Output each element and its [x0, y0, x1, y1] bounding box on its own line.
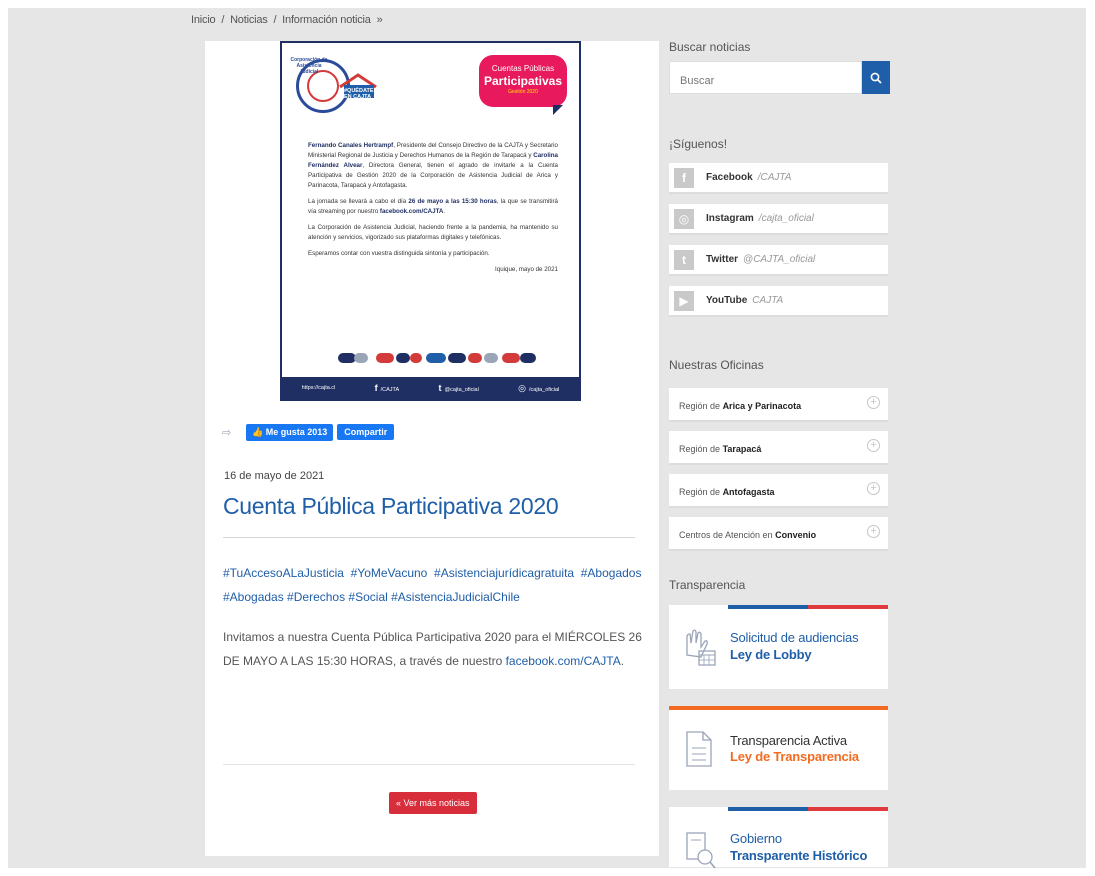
breadcrumb-home[interactable]: Inicio — [191, 14, 216, 26]
instagram-icon: ◎ — [518, 382, 527, 393]
news-hashtags: #TuAccesoALaJusticia #YoMeVacuno #Asiste… — [223, 561, 643, 609]
news-title: Cuenta Pública Participativa 2020 — [223, 493, 559, 519]
expand-plus-icon[interactable]: + — [867, 439, 880, 452]
breadcrumb-arrow: » — [376, 14, 383, 26]
search-button[interactable] — [862, 61, 890, 94]
historic-transparency-link[interactable]: Gobierno Transparente Histórico — [669, 807, 888, 869]
hashtags-line[interactable]: #Abogadas #Derechos #Social #AsistenciaJ… — [223, 585, 643, 609]
poster-footer-web: https://cajta.cl — [301, 385, 336, 391]
breadcrumb-news[interactable]: Noticias — [230, 14, 268, 26]
search-icon — [870, 72, 882, 84]
bubble-line3: Gestión 2020 — [508, 89, 538, 95]
office-tarapaca[interactable]: Región de Tarapacá + — [669, 431, 888, 465]
news-poster-image[interactable]: Corporación de Asistencia Judicial #QUÉD… — [280, 41, 581, 401]
cuentas-publicas-bubble: Cuentas Públicas Participativas Gestión … — [479, 55, 567, 115]
document-icon — [686, 731, 712, 767]
social-twitter[interactable]: t Twitter @CAJTA_oficial — [669, 245, 888, 276]
social-youtube[interactable]: ▶ YouTube CAJTA — [669, 286, 888, 317]
office-antofagasta[interactable]: Región de Antofagasta + — [669, 474, 888, 508]
share-icon[interactable]: ⇨ — [222, 426, 236, 439]
office-arica[interactable]: Región de Arica y Parinacota + — [669, 388, 888, 422]
breadcrumb-separator: / — [221, 14, 225, 26]
poster-text: Fernando Canales Hertrampf, Presidente d… — [308, 142, 558, 273]
search-heading: Buscar noticias — [669, 40, 751, 54]
search-input[interactable]: Buscar — [669, 61, 862, 94]
hashtags-line[interactable]: #TuAccesoALaJusticia #YoMeVacuno #Asiste… — [223, 561, 643, 585]
poster-footer: https://cajta.cl f/CAJTA t @cajta_oficial… — [282, 377, 579, 399]
lobby-law-link[interactable]: Solicitud de audiencias Ley de Lobby — [669, 605, 888, 689]
breadcrumb-separator: / — [273, 14, 277, 26]
social-instagram[interactable]: ◎ Instagram /cajta_oficial — [669, 204, 888, 235]
more-news-button[interactable]: « Ver más noticias — [389, 792, 477, 814]
title-divider — [223, 537, 635, 538]
document-search-icon — [686, 832, 716, 869]
youtube-icon: ▶ — [674, 290, 694, 311]
office-convenio[interactable]: Centros de Atención en Convenio + — [669, 517, 888, 551]
share-row: ⇨ 👍 Me gusta 2013 Compartir — [222, 423, 395, 441]
expand-plus-icon[interactable]: + — [867, 482, 880, 495]
thumbs-up-icon: 👍 — [252, 426, 264, 437]
facebook-link[interactable]: facebook.com/CAJTA — [506, 654, 621, 668]
facebook-icon: f — [674, 167, 694, 188]
transparency-heading: Transparencia — [669, 578, 746, 592]
news-date: 16 de mayo de 2021 — [224, 470, 325, 482]
news-article-card: Corporación de Asistencia Judicial #QUÉD… — [205, 41, 659, 856]
hand-calendar-icon — [686, 629, 716, 666]
transparency-law-link[interactable]: Transparencia Activa Ley de Transparenci… — [669, 706, 888, 790]
facebook-share-button[interactable]: Compartir — [337, 424, 395, 440]
expand-plus-icon[interactable]: + — [867, 396, 880, 409]
facebook-like-button[interactable]: 👍 Me gusta 2013 — [246, 423, 334, 441]
news-body: Invitamos a nuestra Cuenta Pública Parti… — [223, 630, 642, 668]
bubble-line2: Participativas — [483, 74, 563, 88]
twitter-icon: t — [438, 383, 442, 393]
facebook-icon: f — [374, 383, 378, 393]
social-facebook[interactable]: f Facebook /CAJTA — [669, 163, 888, 194]
twitter-icon: t — [674, 249, 694, 270]
instagram-icon: ◎ — [674, 208, 694, 229]
breadcrumb: Inicio / Noticias / Información noticia … — [191, 14, 385, 26]
offices-heading: Nuestras Oficinas — [669, 358, 764, 372]
follow-heading: ¡Síguenos! — [669, 137, 728, 151]
expand-plus-icon[interactable]: + — [867, 525, 880, 538]
content-divider — [223, 764, 635, 765]
speech-bubbles-decoration — [338, 351, 538, 365]
bubble-line1: Cuentas Públicas — [491, 64, 555, 73]
breadcrumb-current: Información noticia — [282, 14, 371, 26]
poster-hashtag: #QUÉDATE EN CAJTA — [344, 88, 374, 100]
cajta-logo-text: Corporación de Asistencia Judicial — [290, 57, 328, 75]
